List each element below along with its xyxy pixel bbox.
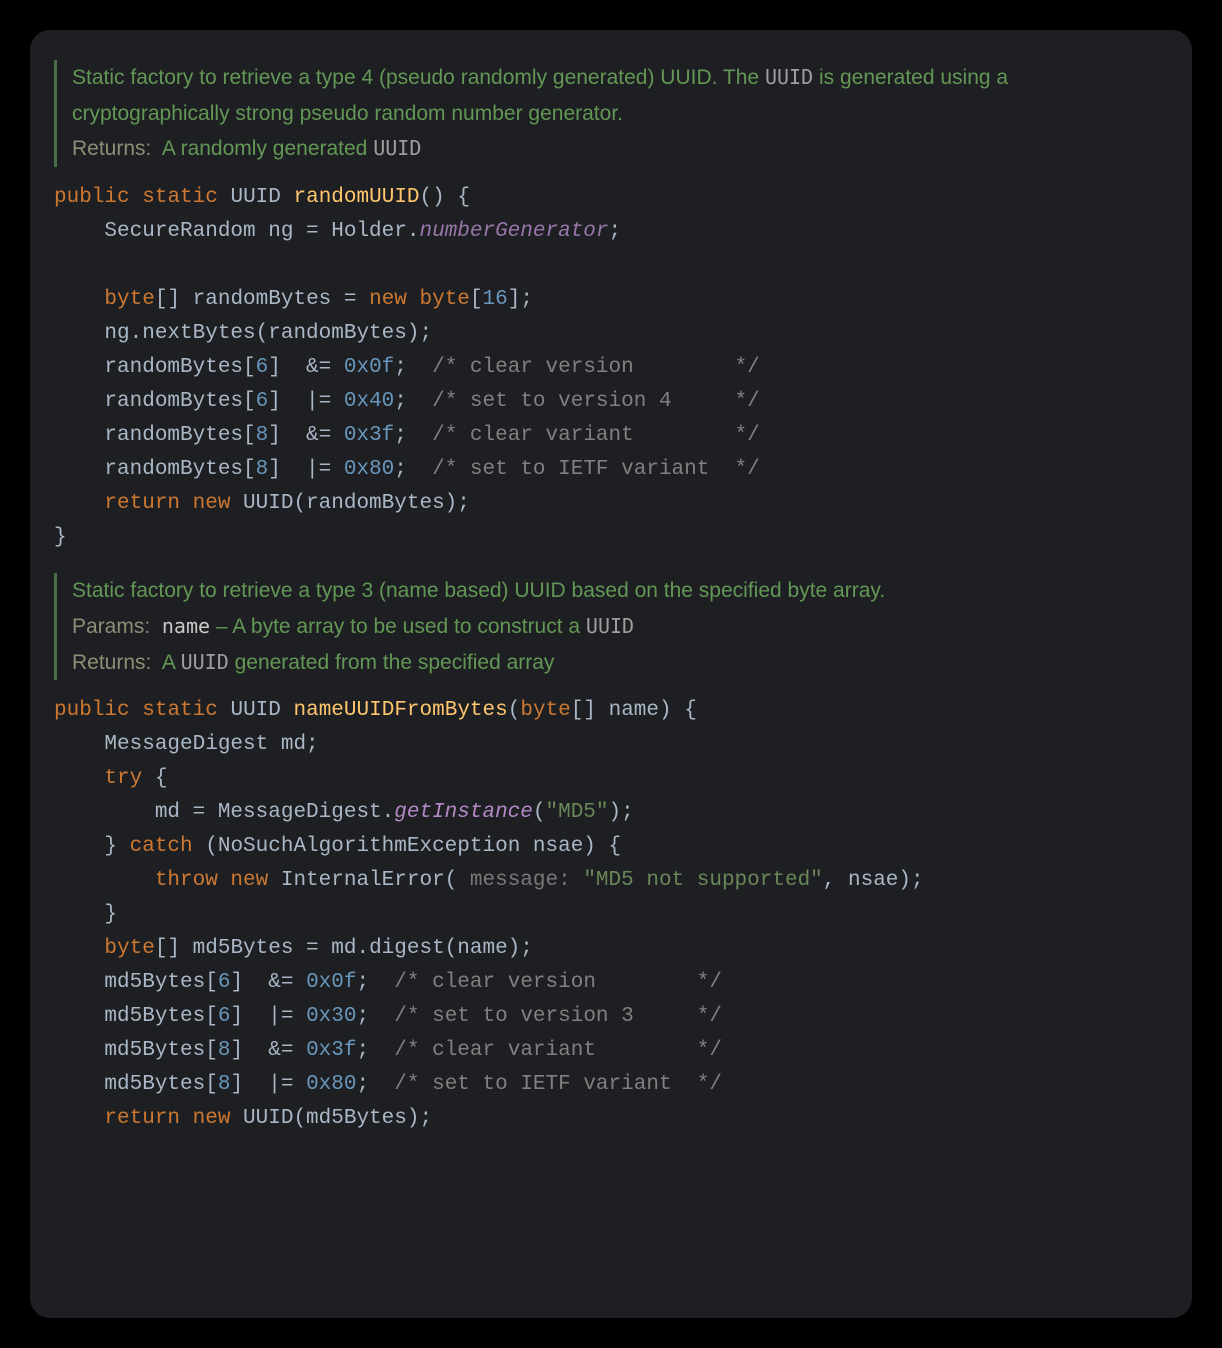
javadoc-returns: Returns: A randomly generated UUID: [72, 131, 1168, 167]
javadoc-randomuuid: Static factory to retrieve a type 4 (pse…: [54, 60, 1168, 167]
javadoc-description: Static factory to retrieve a type 4 (pse…: [72, 60, 1168, 131]
javadoc-description: Static factory to retrieve a type 3 (nam…: [72, 573, 1168, 609]
method-nameuuidfrombytes[interactable]: public static UUID nameUUIDFromBytes(byt…: [54, 694, 1168, 1136]
javadoc-returns: Returns: A UUID generated from the speci…: [72, 645, 1168, 681]
javadoc-params: Params: name – A byte array to be used t…: [72, 609, 1168, 645]
javadoc-nameuuidfrombytes: Static factory to retrieve a type 3 (nam…: [54, 573, 1168, 680]
code-editor-panel: Static factory to retrieve a type 4 (pse…: [30, 30, 1192, 1318]
method-randomuuid[interactable]: public static UUID randomUUID() { Secure…: [54, 181, 1168, 555]
